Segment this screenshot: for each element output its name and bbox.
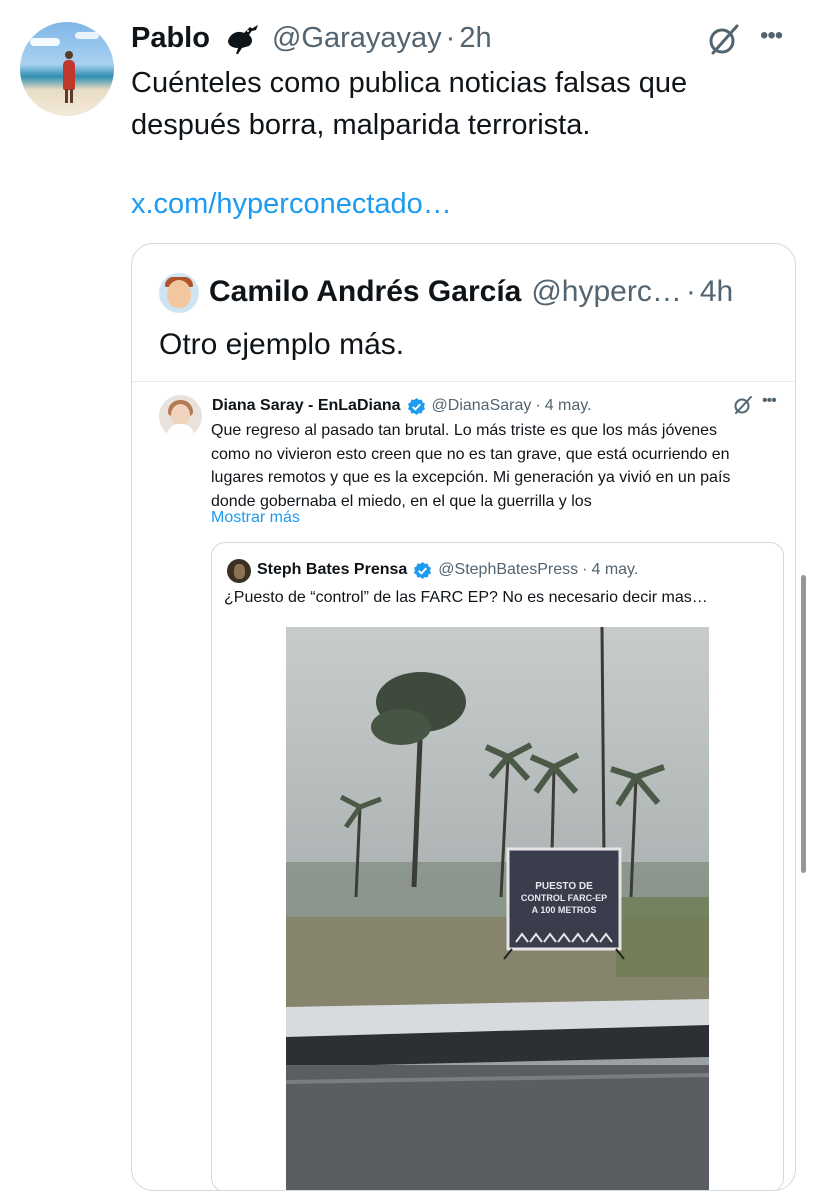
quote-text: Otro ejemplo más. bbox=[159, 328, 405, 361]
screenshot-header: Diana Saray - EnLaDiana @DianaSaray · 4 … bbox=[212, 394, 592, 418]
author-avatar[interactable] bbox=[20, 22, 114, 116]
scrollbar[interactable] bbox=[801, 575, 806, 873]
tweet-text: Cuénteles como publica noticias falsas q… bbox=[131, 67, 688, 141]
author-name[interactable]: Pablo bbox=[131, 22, 210, 55]
screenshot-text: Que regreso al pasado tan brutal. Lo más… bbox=[211, 419, 771, 513]
inner-author-handle: @StephBatesPress bbox=[438, 561, 579, 578]
sign-line: A 100 METROS bbox=[532, 905, 597, 915]
more-icon: ••• bbox=[762, 392, 777, 409]
verified-badge-icon bbox=[407, 397, 425, 415]
avatar-face bbox=[171, 404, 190, 426]
avatar-face bbox=[167, 280, 191, 308]
separator-dot: · bbox=[685, 275, 696, 308]
more-icon[interactable]: ••• bbox=[760, 24, 794, 48]
avatar-person bbox=[63, 51, 75, 103]
separator-dot: · bbox=[582, 561, 588, 578]
separator-dot: · bbox=[445, 21, 456, 54]
sign-line: CONTROL FARC-EP bbox=[521, 893, 607, 903]
embedded-screenshot[interactable]: Diana Saray - EnLaDiana @DianaSaray · 4 … bbox=[132, 381, 795, 1190]
quote-author-avatar[interactable] bbox=[159, 273, 199, 313]
inner-time: 4 may. bbox=[591, 561, 639, 578]
tweet-link[interactable]: x.com/hyperconectado… bbox=[131, 188, 452, 221]
tweet-time[interactable]: 2h bbox=[459, 22, 491, 55]
inner-header: Steph Bates Prensa @StephBatesPress · 4 … bbox=[257, 557, 638, 583]
inner-author-avatar bbox=[227, 559, 251, 583]
author-handle[interactable]: @Garayayay bbox=[272, 22, 442, 55]
sign-line: PUESTO DE bbox=[535, 881, 593, 892]
quote-author-name[interactable]: Camilo Andrés García bbox=[209, 275, 521, 309]
avatar-cloud bbox=[75, 32, 99, 39]
avatar-cloud bbox=[30, 38, 60, 46]
screenshot-text-line: Que regreso al pasado tan brutal. Lo más… bbox=[211, 422, 718, 439]
grok-icon bbox=[734, 396, 752, 414]
screenshot-author-avatar bbox=[159, 395, 202, 438]
quote-card[interactable]: Camilo Andrés García @hyperc… · 4h Otro … bbox=[131, 243, 796, 1191]
quote-header: Camilo Andrés García @hyperc… · 4h bbox=[209, 272, 733, 312]
show-more-link: Mostrar más bbox=[211, 509, 300, 526]
screenshot-author-name: Diana Saray - EnLaDiana bbox=[212, 397, 401, 414]
bird-emoji-icon bbox=[227, 25, 258, 54]
avatar-figure bbox=[234, 564, 245, 579]
inner-text: ¿Puesto de “control” de las FARC EP? No … bbox=[224, 589, 708, 606]
tweet-header: Pablo @Garayayay · 2h bbox=[131, 20, 492, 56]
screenshot-text-line: lugares remotos y que es la excepción. M… bbox=[211, 469, 731, 486]
verified-badge-icon bbox=[414, 561, 432, 579]
quote-time[interactable]: 4h bbox=[700, 275, 733, 309]
screenshot-time: 4 may. bbox=[544, 397, 592, 414]
grok-icon[interactable] bbox=[707, 22, 741, 56]
quote-author-handle[interactable]: @hyperc… bbox=[531, 275, 682, 309]
inner-quote-card: Steph Bates Prensa @StephBatesPress · 4 … bbox=[211, 542, 784, 1190]
inner-author-name: Steph Bates Prensa bbox=[257, 561, 408, 578]
screenshot-author-handle: @DianaSaray bbox=[431, 397, 532, 414]
avatar-body bbox=[167, 424, 194, 438]
screenshot-text-line: como no vivieron esto creen que no es ta… bbox=[211, 445, 730, 463]
roadside-sign-photo: PUESTO DE CONTROL FARC-EP A 100 METROS bbox=[286, 627, 709, 1190]
separator-dot: · bbox=[535, 397, 541, 414]
